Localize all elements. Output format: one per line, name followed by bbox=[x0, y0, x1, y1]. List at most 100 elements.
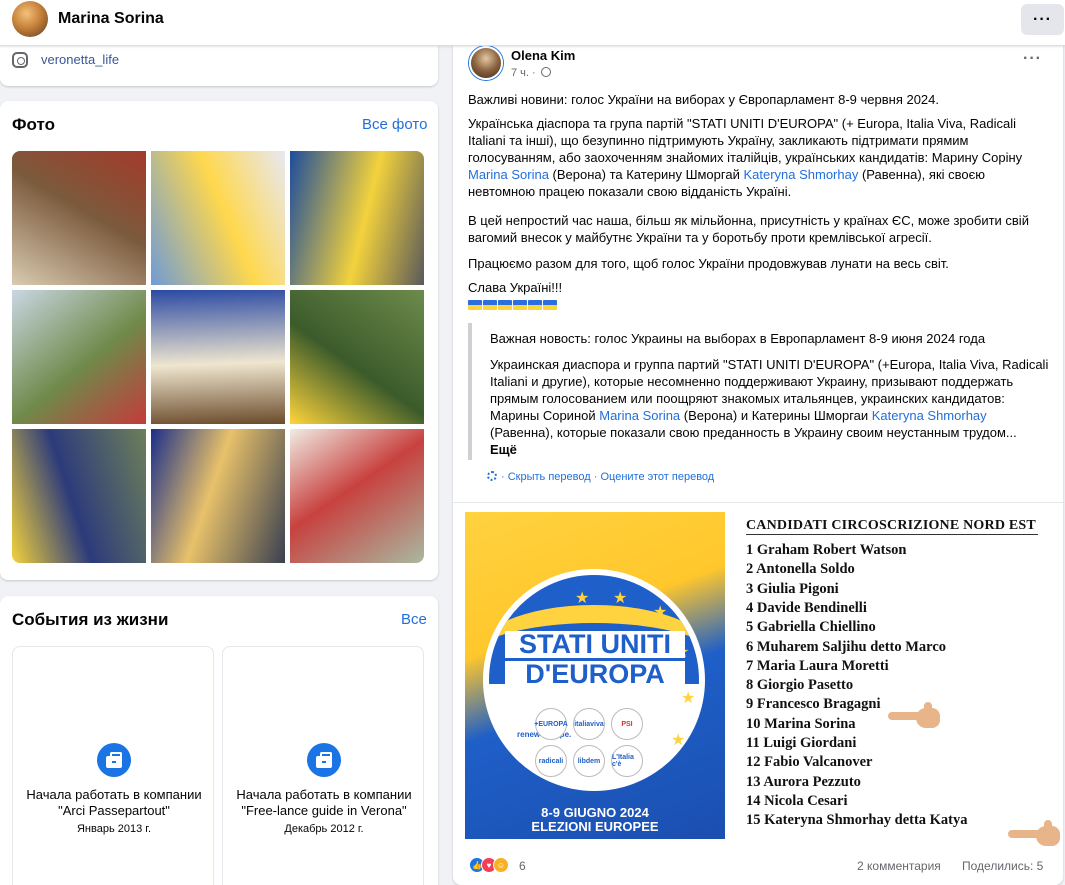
event-date: Январь 2013 г. bbox=[76, 823, 151, 835]
candidate-item: 1 Graham Robert Watson bbox=[746, 542, 907, 558]
post-paragraph: Важливі новини: голос України на виборах… bbox=[468, 92, 939, 107]
poster-date-line1: 8-9 GIUGNO 2024 bbox=[541, 805, 649, 820]
mention-link[interactable]: Kateryna Shmorhay bbox=[743, 167, 858, 182]
photo-thumbnail[interactable] bbox=[12, 429, 146, 563]
reactions[interactable]: 👍 ♥ ☺ bbox=[469, 857, 509, 873]
post-paragraph: Українська діаспора та група партій "STA… bbox=[468, 115, 1053, 200]
candidate-item: 9 Francesco Bragagni bbox=[746, 696, 881, 713]
ukraine-flag-icon bbox=[483, 300, 497, 310]
ukraine-flag-icon bbox=[513, 300, 527, 310]
pointing-hand-icon bbox=[1008, 820, 1060, 846]
star-icon: ★ bbox=[613, 590, 628, 607]
post-text: (Верона) та Катерину Шморгай bbox=[548, 167, 744, 182]
photo-thumbnail[interactable] bbox=[151, 151, 285, 285]
post-divider bbox=[453, 502, 1063, 503]
candidates-underline bbox=[746, 534, 1038, 535]
translation-paragraph: Важная новость: голос Украины на выборах… bbox=[490, 331, 986, 346]
star-icon: ★ bbox=[575, 590, 590, 607]
life-events-title: События из жизни bbox=[12, 610, 169, 629]
candidate-item: 6 Muharem Saljihu detto Marco bbox=[746, 638, 947, 655]
post-timestamp[interactable]: 7 ч. · bbox=[511, 67, 551, 79]
all-photos-link[interactable]: Все фото bbox=[362, 116, 427, 133]
life-event[interactable]: Начала работать в компании "Free-lance g… bbox=[222, 646, 424, 885]
poster-date: 8-9 GIUGNO 2024 ELEZIONI EUROPEE bbox=[465, 806, 725, 834]
post-author-avatar[interactable] bbox=[469, 46, 503, 80]
see-more-link[interactable]: Ещё bbox=[490, 441, 1050, 458]
more-options-button[interactable]: ··· bbox=[1021, 4, 1064, 35]
translation-paragraph: Украинская диаспора и группа партий "STA… bbox=[490, 356, 1050, 441]
star-icon: ★ bbox=[671, 732, 686, 749]
post-text: Українська діаспора та група партій "STA… bbox=[468, 116, 1023, 165]
translation-text: (Верона) и Катерины Шморгаи bbox=[680, 408, 872, 423]
poster-brand-line1: STATI UNITI bbox=[505, 631, 685, 658]
candidates-title: CANDIDATI CIRCOSCRIZIONE NORD EST bbox=[746, 518, 1036, 533]
profile-avatar[interactable] bbox=[12, 1, 48, 37]
star-icon: ★ bbox=[653, 604, 668, 621]
reaction-count[interactable]: 6 bbox=[519, 859, 526, 873]
ukraine-flag-icon bbox=[468, 300, 482, 310]
instagram-icon bbox=[12, 52, 28, 68]
feed-post: Olena Kim 7 ч. · ··· Важливі новини: гол… bbox=[453, 40, 1063, 885]
photo-thumbnail[interactable] bbox=[151, 290, 285, 424]
event-title: Начала работать в компании "Free-lance g… bbox=[236, 787, 412, 818]
post-paragraph: Працюємо разом для того, щоб голос Украї… bbox=[468, 256, 949, 271]
life-event[interactable]: Начала работать в компании "Arci Passepa… bbox=[12, 646, 214, 885]
all-events-link[interactable]: Все bbox=[401, 611, 427, 628]
candidate-item: 7 Maria Laura Moretti bbox=[746, 657, 889, 674]
ukraine-flag-icon bbox=[528, 300, 542, 310]
ukraine-flags bbox=[468, 300, 557, 310]
gear-icon bbox=[487, 471, 497, 481]
mention-link[interactable]: Marina Sorina bbox=[468, 167, 549, 182]
candidate-item: 2 Antonella Soldo bbox=[746, 561, 855, 578]
candidate-item: 14 Nicola Cesari bbox=[746, 792, 848, 809]
photo-thumbnail[interactable] bbox=[12, 290, 146, 424]
profile-topbar: Marina Sorina ··· bbox=[0, 0, 1065, 46]
post-time-text: 7 ч. · bbox=[511, 67, 536, 79]
care-icon: ☺ bbox=[493, 857, 509, 873]
hide-translation-link[interactable]: Скрыть перевод bbox=[508, 471, 591, 483]
photos-title: Фото bbox=[12, 115, 55, 134]
candidate-item: 8 Giorgio Pasetto bbox=[746, 677, 854, 694]
candidates-list[interactable]: CANDIDATI CIRCOSCRIZIONE NORD EST 1 Grah… bbox=[736, 514, 1060, 846]
photo-grid bbox=[12, 151, 424, 563]
post-author-name[interactable]: Olena Kim bbox=[511, 48, 575, 63]
globe-icon bbox=[540, 67, 551, 77]
party-logo: libdem bbox=[573, 745, 605, 777]
rate-translation-link[interactable]: Оцените этот перевод bbox=[600, 471, 714, 483]
party-logo: L'Italia c'è bbox=[611, 745, 643, 777]
shares-count[interactable]: Поделились: 5 bbox=[962, 859, 1043, 873]
photo-thumbnail[interactable] bbox=[290, 429, 424, 563]
post-footer: 👍 ♥ ☺ 6 2 комментария Поделились: 5 bbox=[453, 848, 1063, 884]
candidate-item: 13 Aurora Pezzuto bbox=[746, 773, 861, 790]
candidate-item: 11 Luigi Giordani bbox=[746, 735, 857, 751]
party-logo: radicali bbox=[535, 745, 567, 777]
photo-thumbnail[interactable] bbox=[290, 290, 424, 424]
candidate-item: 4 Davide Bendinelli bbox=[746, 599, 867, 616]
poster-brand-line2: D'EUROPA bbox=[505, 661, 685, 688]
translation-controls: · Скрыть перевод · Оцените этот перевод bbox=[487, 471, 714, 483]
profile-name[interactable]: Marina Sorina bbox=[58, 10, 164, 28]
ukraine-flag-icon bbox=[543, 300, 557, 310]
candidate-item: 15 Kateryna Shmorhay detta Katya bbox=[746, 812, 968, 829]
photo-thumbnail[interactable] bbox=[290, 151, 424, 285]
post-paragraph: В цей непростий час наша, більш як мільй… bbox=[468, 213, 1029, 245]
photo-thumbnail[interactable] bbox=[151, 429, 285, 563]
mention-link[interactable]: Kateryna Shmorhay bbox=[872, 408, 987, 423]
party-logo: +EUROPA bbox=[534, 708, 568, 740]
comments-count[interactable]: 2 комментария bbox=[857, 859, 941, 873]
pointing-hand-icon bbox=[888, 702, 940, 728]
party-logos: +EUROPA italiaviva PSI radicali libdem L… bbox=[534, 708, 655, 778]
post-more-button[interactable]: ··· bbox=[1023, 50, 1042, 68]
candidate-item: 12 Fabio Valcanover bbox=[746, 754, 873, 771]
sep-dot: · bbox=[593, 471, 598, 483]
translation-block: Важная новость: голос Украины на выборах… bbox=[468, 323, 1053, 460]
life-events-card: События из жизни Все Начала работать в к… bbox=[0, 596, 438, 885]
briefcase-icon bbox=[307, 743, 341, 777]
photo-thumbnail[interactable] bbox=[12, 151, 146, 285]
election-poster[interactable]: ★ ★ ★ ★ ★ ★ STATI UNITI D'EUROPA renew e… bbox=[465, 512, 725, 839]
mention-link[interactable]: Marina Sorina bbox=[599, 408, 680, 423]
instagram-link[interactable]: veronetta_life bbox=[41, 52, 119, 67]
candidate-item: 5 Gabriella Chiellino bbox=[746, 619, 876, 636]
party-logo: italiaviva bbox=[573, 708, 605, 740]
poster-date-line2: ELEZIONI EUROPEE bbox=[531, 819, 659, 834]
